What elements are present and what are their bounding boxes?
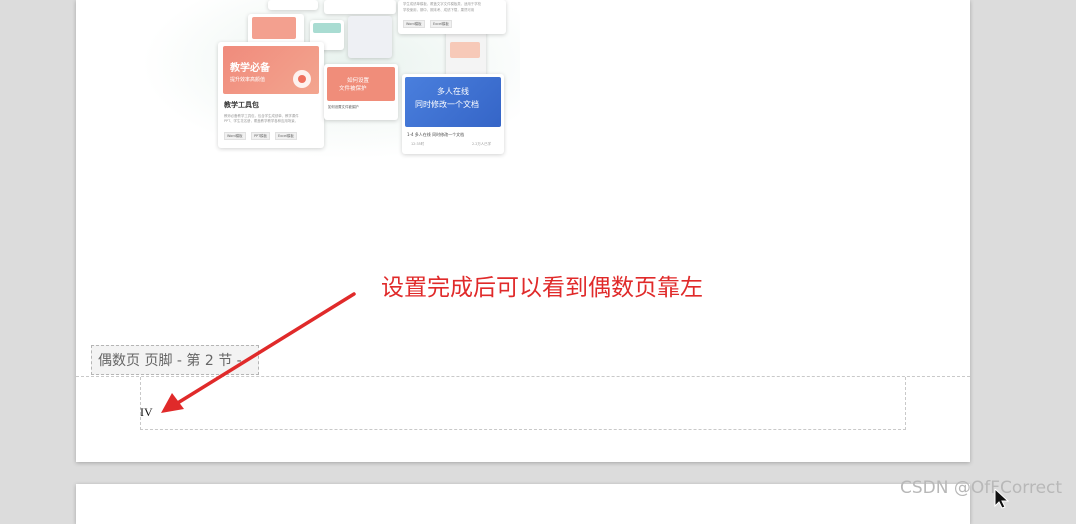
watermark: CSDN @OfFCorrect bbox=[900, 478, 1063, 498]
mouse-cursor-icon bbox=[994, 489, 1010, 509]
annotation-arrow-icon bbox=[161, 292, 356, 413]
